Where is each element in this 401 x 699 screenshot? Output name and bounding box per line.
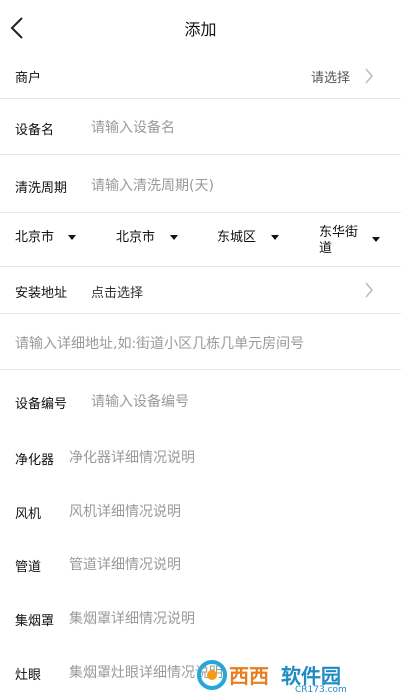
chevron-right-icon	[365, 68, 373, 84]
caret-down-icon	[271, 235, 279, 240]
top-bar: 添加	[0, 0, 401, 56]
device-name-label: 设备名	[15, 123, 55, 138]
merchant-select[interactable]: 请选择	[311, 67, 350, 86]
purifier-label: 净化器	[15, 453, 55, 468]
detail-address-input[interactable]: 请输入详细地址,如:街道小区几栋几单元房间号	[15, 333, 304, 353]
watermark-logo: 西西 软件园 CR173.com	[195, 657, 395, 695]
duct-input[interactable]: 管道详细情况说明	[69, 554, 181, 574]
clean-cycle-label: 清洗周期	[15, 181, 68, 196]
detail-address-row: 请输入详细地址,如:街道小区几栋几单元房间号	[0, 314, 401, 370]
page-title: 添加	[184, 20, 217, 39]
hood-row: 集烟罩 集烟罩详细情况说明	[0, 591, 401, 643]
clean-cycle-input[interactable]: 请输入清洗周期(天)	[91, 175, 214, 195]
merchant-label: 商户	[15, 71, 42, 86]
install-address-label: 安装地址	[15, 286, 68, 301]
clean-cycle-row: 清洗周期 请输入清洗周期(天)	[0, 155, 401, 212]
purifier-input[interactable]: 净化器详细情况说明	[69, 447, 195, 467]
device-name-input[interactable]: 请输入设备名	[91, 117, 175, 137]
fan-input[interactable]: 风机详细情况说明	[69, 501, 181, 521]
chevron-right-icon	[365, 282, 373, 298]
city-value: 北京市	[116, 230, 156, 245]
watermark-brand: 西西	[229, 664, 269, 688]
purifier-row: 净化器 净化器详细情况说明	[0, 428, 401, 485]
duct-label: 管道	[15, 560, 42, 575]
fan-label: 风机	[15, 507, 42, 522]
caret-down-icon	[68, 235, 76, 240]
install-address-row[interactable]: 安装地址 点击选择	[0, 267, 401, 314]
hood-label: 集烟罩	[15, 614, 55, 629]
merchant-row[interactable]: 商户 请选择	[0, 52, 401, 99]
fan-row: 风机 风机详细情况说明	[0, 485, 401, 537]
device-number-row: 设备编号 请输入设备编号	[0, 370, 401, 428]
street-value-line1: 东华街	[319, 225, 359, 240]
district-value: 东城区	[217, 230, 257, 245]
caret-down-icon	[170, 235, 178, 240]
device-name-row: 设备名 请输入设备名	[0, 99, 401, 155]
device-number-input[interactable]: 请输入设备编号	[91, 391, 189, 411]
region-selector: 北京市 北京市 东城区 东华街 道	[0, 212, 401, 267]
device-number-label: 设备编号	[15, 397, 68, 412]
duct-row: 管道 管道详细情况说明	[0, 537, 401, 591]
province-value: 北京市	[15, 230, 55, 245]
install-address-picker[interactable]: 点击选择	[91, 282, 143, 301]
stove-eye-label: 灶眼	[15, 668, 42, 683]
watermark-swirl-icon: 西西 软件园 CR173.com	[197, 660, 347, 695]
street-value-line2: 道	[319, 241, 333, 256]
hood-input[interactable]: 集烟罩详细情况说明	[69, 608, 195, 628]
watermark-url: CR173.com	[295, 685, 347, 693]
caret-down-icon	[372, 237, 380, 242]
